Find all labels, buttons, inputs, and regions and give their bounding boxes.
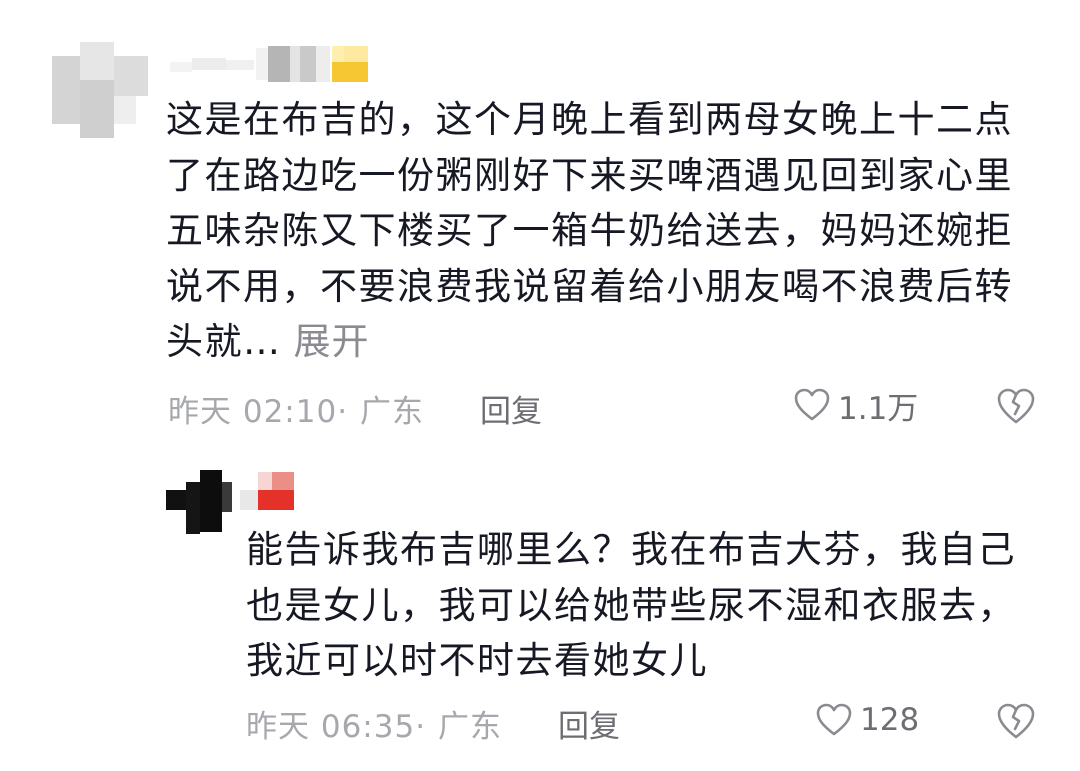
reply-meta: 昨天 06:35· 广东 回复 128 (246, 697, 1038, 747)
comment-meta: 昨天 02:10· 广东 回复 1.1万 (168, 382, 1038, 432)
avatar[interactable] (166, 468, 232, 534)
like-button[interactable]: 1.1万 (792, 382, 918, 428)
username-redacted[interactable] (240, 472, 310, 512)
like-button[interactable]: 128 (814, 697, 919, 743)
timestamp: 昨天 02:10· (168, 394, 349, 430)
like-count: 1.1万 (838, 390, 919, 427)
reply-button[interactable]: 回复 (480, 386, 542, 431)
location: 广东 (438, 709, 502, 745)
location: 广东 (360, 394, 424, 430)
heart-outline-icon (792, 385, 832, 425)
reply-text: 能告诉我布吉哪里么？我在布吉大芬，我自己也是女儿，我可以给她带些尿不湿和衣服去，… (246, 528, 1016, 682)
broken-heart-icon (994, 699, 1038, 743)
comment-text: 这是在布吉的，这个月晚上看到两母女晚上十二点了在路边吃一份粥刚好下来买啤酒遇见回… (166, 92, 1026, 370)
expand-link[interactable]: 展开 (294, 320, 370, 363)
comment-item: 这是在布吉的，这个月晚上看到两母女晚上十二点了在路边吃一份粥刚好下来买啤酒遇见回… (0, 0, 1080, 440)
reply-button[interactable]: 回复 (558, 701, 620, 746)
username-redacted[interactable] (170, 44, 380, 84)
avatar[interactable] (52, 42, 148, 138)
timestamp: 昨天 06:35· (246, 709, 427, 745)
reply-item: 能告诉我布吉哪里么？我在布吉大芬，我自己也是女儿，我可以给她带些尿不湿和衣服去，… (0, 460, 1080, 771)
broken-heart-icon (994, 384, 1038, 428)
dislike-button[interactable] (994, 699, 1038, 743)
heart-outline-icon (814, 700, 854, 740)
dislike-button[interactable] (994, 384, 1038, 428)
like-count: 128 (860, 702, 920, 738)
